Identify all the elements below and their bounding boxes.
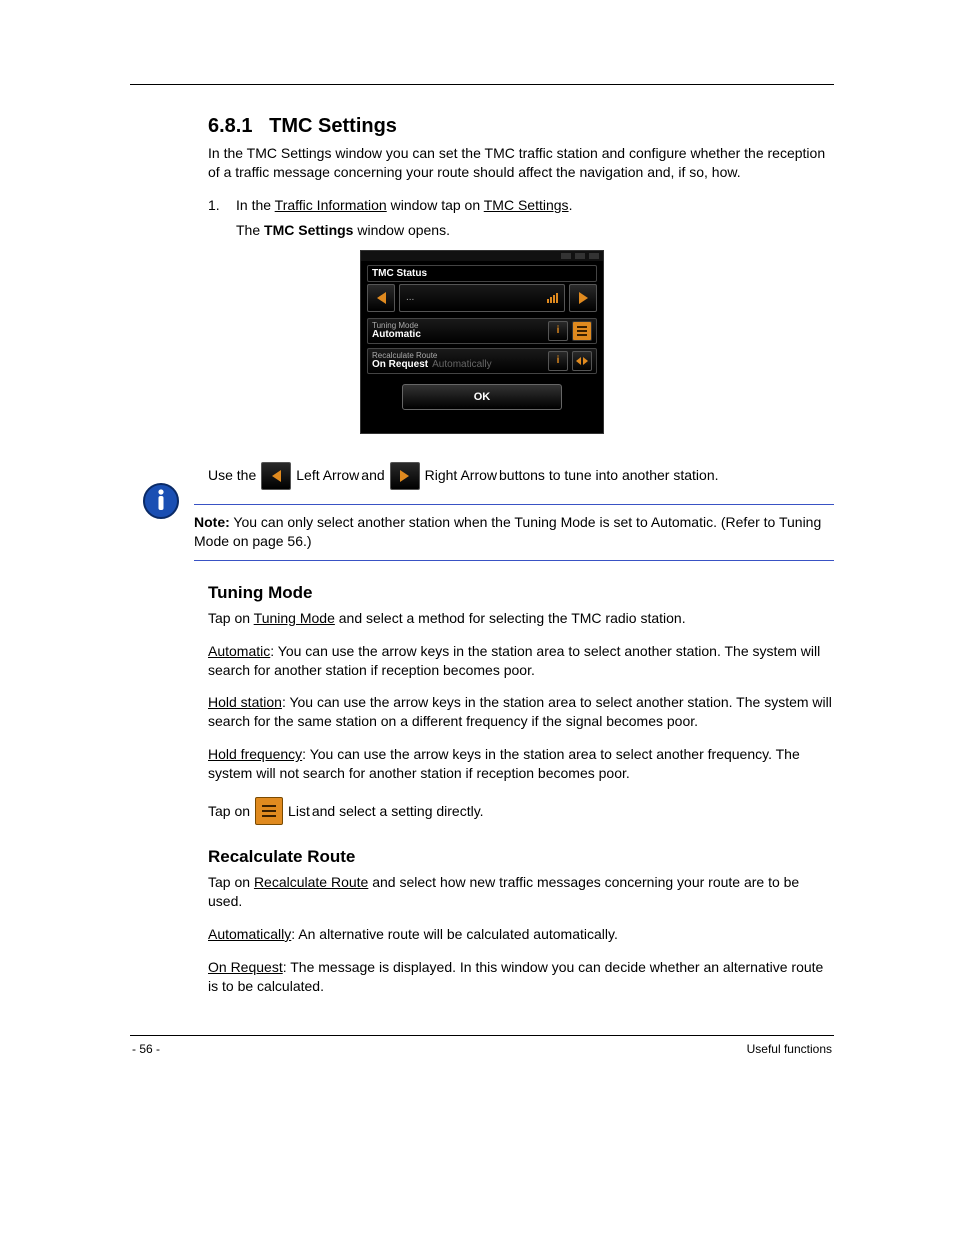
section-heading: 6.8.1 TMC Settings <box>208 115 834 138</box>
swap-button[interactable] <box>572 351 592 371</box>
ok-button[interactable]: OK <box>402 384 562 410</box>
tmc-status-title: TMC Status <box>367 265 597 282</box>
info-button[interactable]: i <box>548 321 568 341</box>
device-screenshot: TMC Status ... Tuning Mode Automatic i <box>360 250 604 434</box>
recalculate-intro: Tap on Recalculate Route and select how … <box>208 873 834 911</box>
recalculate-heading: Recalculate Route <box>208 847 834 867</box>
step-open: The TMC Settings window opens. <box>208 221 834 240</box>
note-icon <box>142 482 180 520</box>
station-display: ... <box>399 284 565 312</box>
recalculate-auto: Automatically: An alternative route will… <box>208 925 834 944</box>
recalculate-row: Recalculate Route On RequestAutomaticall… <box>367 348 597 374</box>
arrow-instruction: Use the Left Arrow and Right Arrow butto… <box>208 462 834 490</box>
right-arrow-icon <box>390 462 420 490</box>
signal-icon <box>547 293 558 303</box>
recalculate-request: On Request: The message is displayed. In… <box>208 958 834 996</box>
station-left-button[interactable] <box>367 284 395 312</box>
tuning-mode-row: Tuning Mode Automatic i <box>367 318 597 344</box>
tuning-hold-station: Hold station: You can use the arrow keys… <box>208 693 834 731</box>
right-arrow-icon <box>579 292 588 304</box>
step-1: 1. In the Traffic Information window tap… <box>208 196 834 215</box>
page-number: - 56 - <box>132 1042 160 1056</box>
tuning-automatic: Automatic: You can use the arrow keys in… <box>208 642 834 680</box>
station-right-button[interactable] <box>569 284 597 312</box>
left-arrow-icon <box>377 292 386 304</box>
tuning-mode-intro: Tap on Tuning Mode and select a method f… <box>208 609 834 628</box>
list-icon <box>255 797 283 825</box>
footer-title: Useful functions <box>747 1042 832 1056</box>
left-arrow-icon <box>261 462 291 490</box>
info-button[interactable]: i <box>548 351 568 371</box>
list-button[interactable] <box>572 321 592 341</box>
note-block: Note: You can only select another statio… <box>142 504 834 561</box>
page-footer: - 56 - Useful functions <box>130 1042 834 1056</box>
list-instruction: Tap on List and select a setting directl… <box>208 797 834 825</box>
section-intro: In the TMC Settings window you can set t… <box>208 144 834 182</box>
tuning-hold-frequency: Hold frequency: You can use the arrow ke… <box>208 745 834 783</box>
tuning-mode-heading: Tuning Mode <box>208 583 834 603</box>
